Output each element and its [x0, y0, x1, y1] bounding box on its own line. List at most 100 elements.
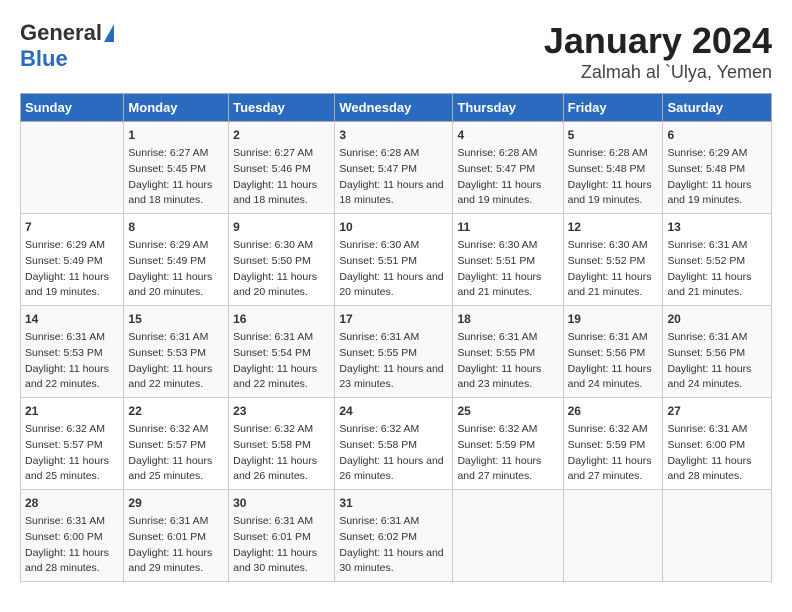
- day-number: 7: [25, 218, 119, 236]
- calendar-cell: [663, 490, 772, 582]
- calendar-cell: 1 Sunrise: 6:27 AM Sunset: 5:45 PM Daylig…: [124, 122, 229, 214]
- calendar-cell: 29 Sunrise: 6:31 AM Sunset: 6:01 PM Dayli…: [124, 490, 229, 582]
- day-number: 25: [457, 402, 558, 420]
- day-info: Sunrise: 6:31 AM Sunset: 6:02 PM Dayligh…: [339, 514, 448, 577]
- calendar-table: SundayMondayTuesdayWednesdayThursdayFrid…: [20, 93, 772, 582]
- day-number: 6: [667, 126, 767, 144]
- day-number: 15: [128, 310, 224, 328]
- day-number: 18: [457, 310, 558, 328]
- calendar-cell: 4Sunrise: 6:28 AM Sunset: 5:47 PM Daylig…: [453, 122, 563, 214]
- calendar-cell: 11Sunrise: 6:30 AM Sunset: 5:51 PM Dayli…: [453, 214, 563, 306]
- calendar-cell: 30 Sunrise: 6:31 AM Sunset: 6:01 PM Dayli…: [229, 490, 335, 582]
- calendar-cell: 9 Sunrise: 6:30 AM Sunset: 5:50 PM Daylig…: [229, 214, 335, 306]
- column-header-monday: Monday: [124, 94, 229, 122]
- page-header: General Blue January 2024 Zalmah al `Uly…: [20, 20, 772, 83]
- column-header-wednesday: Wednesday: [335, 94, 453, 122]
- calendar-cell: 31 Sunrise: 6:31 AM Sunset: 6:02 PM Dayli…: [335, 490, 453, 582]
- day-number: 21: [25, 402, 119, 420]
- day-info: Sunrise: 6:32 AM Sunset: 5:57 PM Dayligh…: [128, 422, 224, 485]
- calendar-cell: 10Sunrise: 6:30 AM Sunset: 5:51 PM Dayli…: [335, 214, 453, 306]
- column-header-friday: Friday: [563, 94, 663, 122]
- calendar-cell: 3Sunrise: 6:28 AM Sunset: 5:47 PM Daylig…: [335, 122, 453, 214]
- day-info: Sunrise: 6:30 AM Sunset: 5:50 PM Dayligh…: [233, 238, 330, 301]
- logo-blue-text: Blue: [20, 46, 68, 71]
- column-header-tuesday: Tuesday: [229, 94, 335, 122]
- calendar-cell: 23 Sunrise: 6:32 AM Sunset: 5:58 PM Dayli…: [229, 398, 335, 490]
- day-number: 3: [339, 126, 448, 144]
- day-number: 5: [568, 126, 659, 144]
- day-number: 22: [128, 402, 224, 420]
- calendar-week-1: 1 Sunrise: 6:27 AM Sunset: 5:45 PM Daylig…: [21, 122, 772, 214]
- logo: General Blue: [20, 20, 114, 72]
- calendar-cell: 18 Sunrise: 6:31 AM Sunset: 5:55 PM Dayli…: [453, 306, 563, 398]
- day-number: 26: [568, 402, 659, 420]
- day-info: Sunrise: 6:31 AM Sunset: 5:52 PM Dayligh…: [667, 238, 767, 301]
- calendar-week-5: 28Sunrise: 6:31 AM Sunset: 6:00 PM Dayli…: [21, 490, 772, 582]
- day-info: Sunrise: 6:31 AM Sunset: 6:01 PM Dayligh…: [128, 514, 224, 577]
- calendar-cell: 15 Sunrise: 6:31 AM Sunset: 5:53 PM Dayli…: [124, 306, 229, 398]
- calendar-cell: 17 Sunrise: 6:31 AM Sunset: 5:55 PM Dayli…: [335, 306, 453, 398]
- day-info: Sunrise: 6:32 AM Sunset: 5:58 PM Dayligh…: [233, 422, 330, 485]
- logo-icon: [104, 24, 114, 42]
- day-number: 29: [128, 494, 224, 512]
- calendar-cell: 5 Sunrise: 6:28 AM Sunset: 5:48 PM Daylig…: [563, 122, 663, 214]
- day-info: Sunrise: 6:31 AM Sunset: 5:56 PM Dayligh…: [667, 330, 767, 393]
- day-number: 23: [233, 402, 330, 420]
- calendar-cell: 19Sunrise: 6:31 AM Sunset: 5:56 PM Dayli…: [563, 306, 663, 398]
- calendar-cell: 20 Sunrise: 6:31 AM Sunset: 5:56 PM Dayli…: [663, 306, 772, 398]
- day-number: 2: [233, 126, 330, 144]
- day-info: Sunrise: 6:31 AM Sunset: 6:01 PM Dayligh…: [233, 514, 330, 577]
- calendar-cell: [563, 490, 663, 582]
- day-number: 16: [233, 310, 330, 328]
- day-info: Sunrise: 6:31 AM Sunset: 5:53 PM Dayligh…: [128, 330, 224, 393]
- calendar-subtitle: Zalmah al `Ulya, Yemen: [544, 62, 772, 83]
- calendar-cell: 22 Sunrise: 6:32 AM Sunset: 5:57 PM Dayli…: [124, 398, 229, 490]
- day-number: 27: [667, 402, 767, 420]
- day-info: Sunrise: 6:32 AM Sunset: 5:58 PM Dayligh…: [339, 422, 448, 485]
- day-info: Sunrise: 6:28 AM Sunset: 5:48 PM Dayligh…: [568, 146, 659, 209]
- title-area: January 2024 Zalmah al `Ulya, Yemen: [544, 20, 772, 83]
- calendar-cell: 21 Sunrise: 6:32 AM Sunset: 5:57 PM Dayli…: [21, 398, 124, 490]
- calendar-cell: 25Sunrise: 6:32 AM Sunset: 5:59 PM Dayli…: [453, 398, 563, 490]
- day-info: Sunrise: 6:30 AM Sunset: 5:52 PM Dayligh…: [568, 238, 659, 301]
- column-header-thursday: Thursday: [453, 94, 563, 122]
- day-info: Sunrise: 6:31 AM Sunset: 5:54 PM Dayligh…: [233, 330, 330, 393]
- calendar-week-3: 14 Sunrise: 6:31 AM Sunset: 5:53 PM Dayli…: [21, 306, 772, 398]
- day-number: 12: [568, 218, 659, 236]
- day-info: Sunrise: 6:31 AM Sunset: 5:55 PM Dayligh…: [339, 330, 448, 393]
- day-number: 28: [25, 494, 119, 512]
- calendar-cell: 13 Sunrise: 6:31 AM Sunset: 5:52 PM Dayli…: [663, 214, 772, 306]
- day-info: Sunrise: 6:31 AM Sunset: 6:00 PM Dayligh…: [667, 422, 767, 485]
- calendar-cell: 2 Sunrise: 6:27 AM Sunset: 5:46 PM Daylig…: [229, 122, 335, 214]
- day-number: 8: [128, 218, 224, 236]
- day-number: 14: [25, 310, 119, 328]
- day-info: Sunrise: 6:30 AM Sunset: 5:51 PM Dayligh…: [339, 238, 448, 301]
- logo-general-text: General: [20, 20, 102, 46]
- calendar-title: January 2024: [544, 20, 772, 62]
- day-info: Sunrise: 6:27 AM Sunset: 5:46 PM Dayligh…: [233, 146, 330, 209]
- day-info: Sunrise: 6:29 AM Sunset: 5:49 PM Dayligh…: [128, 238, 224, 301]
- day-number: 17: [339, 310, 448, 328]
- calendar-header-row: SundayMondayTuesdayWednesdayThursdayFrid…: [21, 94, 772, 122]
- calendar-cell: [453, 490, 563, 582]
- day-info: Sunrise: 6:32 AM Sunset: 5:57 PM Dayligh…: [25, 422, 119, 485]
- day-info: Sunrise: 6:31 AM Sunset: 5:56 PM Dayligh…: [568, 330, 659, 393]
- day-info: Sunrise: 6:27 AM Sunset: 5:45 PM Dayligh…: [128, 146, 224, 209]
- calendar-cell: 6 Sunrise: 6:29 AM Sunset: 5:48 PM Daylig…: [663, 122, 772, 214]
- calendar-cell: 28Sunrise: 6:31 AM Sunset: 6:00 PM Dayli…: [21, 490, 124, 582]
- calendar-cell: 14Sunrise: 6:31 AM Sunset: 5:53 PM Dayli…: [21, 306, 124, 398]
- day-number: 1: [128, 126, 224, 144]
- day-info: Sunrise: 6:29 AM Sunset: 5:48 PM Dayligh…: [667, 146, 767, 209]
- day-number: 31: [339, 494, 448, 512]
- day-info: Sunrise: 6:31 AM Sunset: 5:55 PM Dayligh…: [457, 330, 558, 393]
- calendar-cell: 8 Sunrise: 6:29 AM Sunset: 5:49 PM Daylig…: [124, 214, 229, 306]
- day-number: 9: [233, 218, 330, 236]
- day-number: 11: [457, 218, 558, 236]
- day-number: 20: [667, 310, 767, 328]
- day-number: 13: [667, 218, 767, 236]
- day-number: 4: [457, 126, 558, 144]
- day-info: Sunrise: 6:32 AM Sunset: 5:59 PM Dayligh…: [568, 422, 659, 485]
- day-number: 30: [233, 494, 330, 512]
- calendar-cell: 7Sunrise: 6:29 AM Sunset: 5:49 PM Daylig…: [21, 214, 124, 306]
- calendar-week-4: 21 Sunrise: 6:32 AM Sunset: 5:57 PM Dayli…: [21, 398, 772, 490]
